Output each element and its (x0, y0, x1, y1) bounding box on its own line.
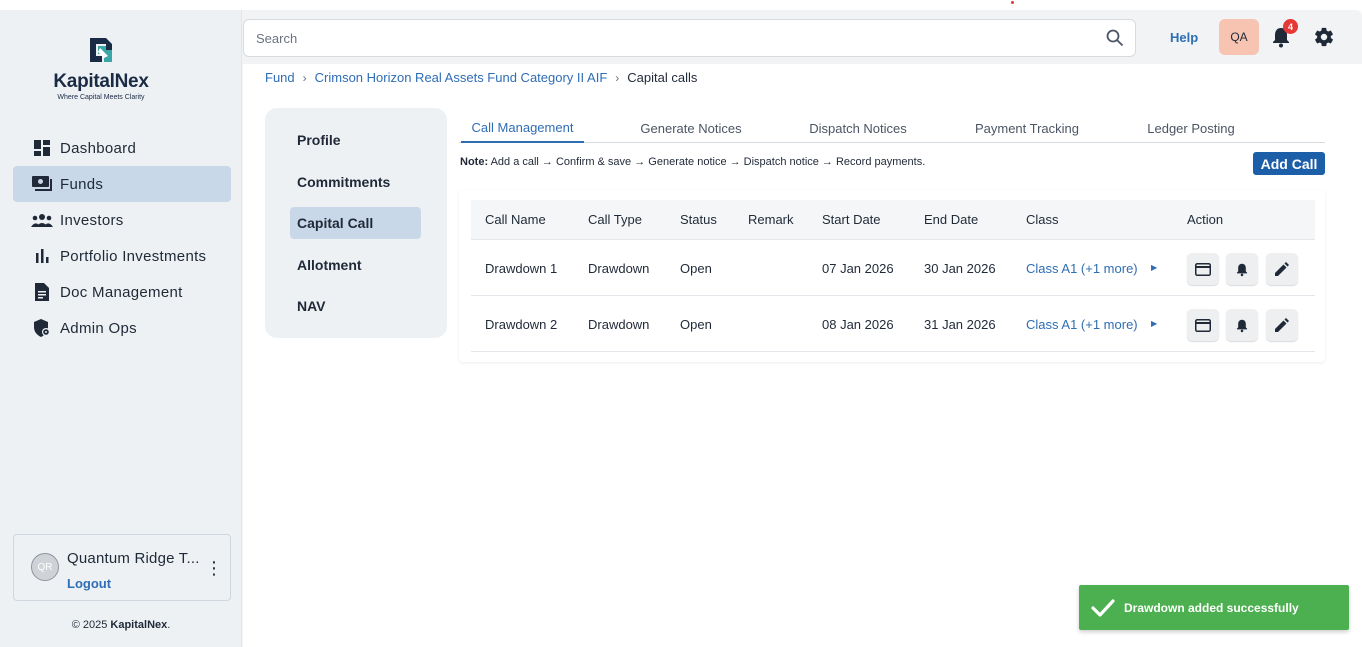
subnav-item-allotment[interactable]: Allotment (290, 249, 421, 281)
breadcrumb: Fund › Crimson Horizon Real Assets Fund … (265, 70, 697, 85)
tab-payment-tracking[interactable]: Payment Tracking (964, 113, 1090, 143)
column-header: Call Name (485, 212, 546, 227)
note-text: Add a call → Confirm & save → Generate n… (490, 156, 926, 168)
logo[interactable]: KapitalNex Where Capital Meets Clarity (46, 36, 156, 101)
status-cell: Open (680, 261, 712, 276)
table-row: Drawdown 1 Drawdown Open 07 Jan 2026 30 … (471, 241, 1315, 296)
copyright: © 2025 KapitalNex. (0, 619, 242, 631)
call-name-cell: Drawdown 1 (485, 261, 558, 276)
payment-card-icon[interactable] (1187, 253, 1219, 285)
start-date-cell: 07 Jan 2026 (822, 261, 894, 276)
call-type-cell: Drawdown (588, 261, 650, 276)
table-header: Call Name Call Type Status Remark Start … (471, 200, 1315, 240)
column-header: Status (680, 212, 717, 227)
success-toast[interactable]: Drawdown added successfully (1079, 585, 1349, 630)
check-icon (1091, 598, 1115, 617)
copyright-period: . (167, 619, 171, 631)
sidebar-nav: Dashboard Funds Investors Portfolio Inve… (13, 130, 231, 346)
search-input[interactable] (244, 20, 1084, 56)
column-header: Class (1026, 212, 1059, 227)
sidebar-item-label: Portfolio Investments (60, 247, 207, 265)
tab-dispatch-notices[interactable]: Dispatch Notices (797, 113, 919, 143)
sidebar-item-portfolio-investments[interactable]: Portfolio Investments (13, 238, 231, 274)
sidebar-item-funds[interactable]: Funds (13, 166, 231, 202)
copyright-brand: KapitalNex (110, 619, 168, 631)
edit-pencil-icon[interactable] (1266, 309, 1298, 341)
add-call-button[interactable]: Add Call (1253, 152, 1325, 175)
sidebar-item-dashboard[interactable]: Dashboard (13, 130, 231, 166)
document-icon (31, 283, 53, 301)
sidebar-item-label: Dashboard (60, 139, 137, 157)
sidebar-item-label: Funds (60, 175, 104, 193)
notification-badge: 4 (1283, 19, 1298, 34)
brand-name: KapitalNex (53, 71, 149, 92)
class-link[interactable]: Class A1 (+1 more) (1026, 261, 1138, 276)
column-header: Remark (748, 212, 794, 227)
sidebar-item-doc-management[interactable]: Doc Management (13, 274, 231, 310)
breadcrumb-separator: › (615, 70, 620, 85)
sidebar-item-admin-ops[interactable]: Admin Ops (13, 310, 231, 346)
note-label: Note: (460, 156, 489, 168)
kapitalnex-logo-icon (90, 38, 112, 62)
sidebar: KapitalNex Where Capital Meets Clarity D… (0, 10, 242, 647)
tab-generate-notices[interactable]: Generate Notices (630, 113, 752, 143)
call-name-cell: Drawdown 2 (485, 317, 558, 332)
bell-icon[interactable] (1226, 253, 1258, 285)
class-link[interactable]: Class A1 (+1 more) (1026, 317, 1138, 332)
admin-shield-icon (31, 319, 53, 337)
help-link[interactable]: Help (1170, 30, 1198, 45)
breadcrumb-current: Capital calls (627, 70, 698, 85)
sidebar-item-label: Doc Management (60, 283, 183, 301)
subnav-item-nav[interactable]: NAV (290, 290, 421, 322)
search-icon[interactable] (1106, 29, 1124, 47)
subnav-item-capital-call[interactable]: Capital Call (290, 207, 421, 239)
call-type-cell: Drawdown (588, 317, 650, 332)
funds-icon (31, 175, 53, 193)
edit-pencil-icon[interactable] (1266, 253, 1298, 285)
status-cell: Open (680, 317, 712, 332)
sidebar-item-label: Admin Ops (60, 319, 137, 337)
start-date-cell: 08 Jan 2026 (822, 317, 894, 332)
column-header: Action (1187, 212, 1224, 227)
table-row: Drawdown 2 Drawdown Open 08 Jan 2026 31 … (471, 297, 1315, 352)
breadcrumb-separator: › (302, 70, 307, 85)
user-card: QR Quantum Ridge T... Logout ⋮ (13, 534, 231, 601)
column-header: Call Type (588, 212, 642, 227)
user-avatar-button[interactable]: QA (1219, 19, 1259, 55)
sidebar-item-investors[interactable]: Investors (13, 202, 231, 238)
dashboard-icon (31, 139, 53, 157)
end-date-cell: 30 Jan 2026 (924, 261, 996, 276)
expand-caret-icon[interactable]: ▶ (1151, 263, 1157, 272)
tab-bar: Call Management Generate Notices Dispatc… (459, 113, 1325, 143)
investors-icon (31, 211, 53, 229)
avatar[interactable]: QR (31, 553, 59, 581)
settings-gear-icon[interactable] (1313, 26, 1335, 48)
fund-subnav: Profile Commitments Capital Call Allotme… (265, 108, 447, 338)
search-bar (243, 19, 1136, 57)
tab-ledger-posting[interactable]: Ledger Posting (1136, 113, 1246, 143)
user-name: Quantum Ridge T... (67, 550, 200, 567)
subnav-item-profile[interactable]: Profile (290, 124, 421, 156)
breadcrumb-fund-name[interactable]: Crimson Horizon Real Assets Fund Categor… (315, 70, 608, 85)
expand-caret-icon[interactable]: ▶ (1151, 319, 1157, 328)
tab-call-management[interactable]: Call Management (461, 113, 584, 143)
more-options-icon[interactable]: ⋮ (205, 559, 223, 579)
column-header: End Date (924, 212, 979, 227)
end-date-cell: 31 Jan 2026 (924, 317, 996, 332)
logout-link[interactable]: Logout (67, 576, 111, 591)
column-header: Start Date (822, 212, 881, 227)
bar-chart-icon (31, 247, 53, 265)
subnav-item-commitments[interactable]: Commitments (290, 166, 421, 198)
indicator-dot (1011, 1, 1014, 4)
breadcrumb-fund[interactable]: Fund (265, 70, 295, 85)
workflow-note: Note: Add a call → Confirm & save → Gene… (460, 156, 925, 168)
brand-tagline: Where Capital Meets Clarity (57, 94, 145, 101)
sidebar-item-label: Investors (60, 211, 124, 229)
copyright-year: © 2025 (71, 619, 108, 631)
payment-card-icon[interactable] (1187, 309, 1219, 341)
bell-icon[interactable] (1226, 309, 1258, 341)
toast-message: Drawdown added successfully (1124, 600, 1299, 615)
